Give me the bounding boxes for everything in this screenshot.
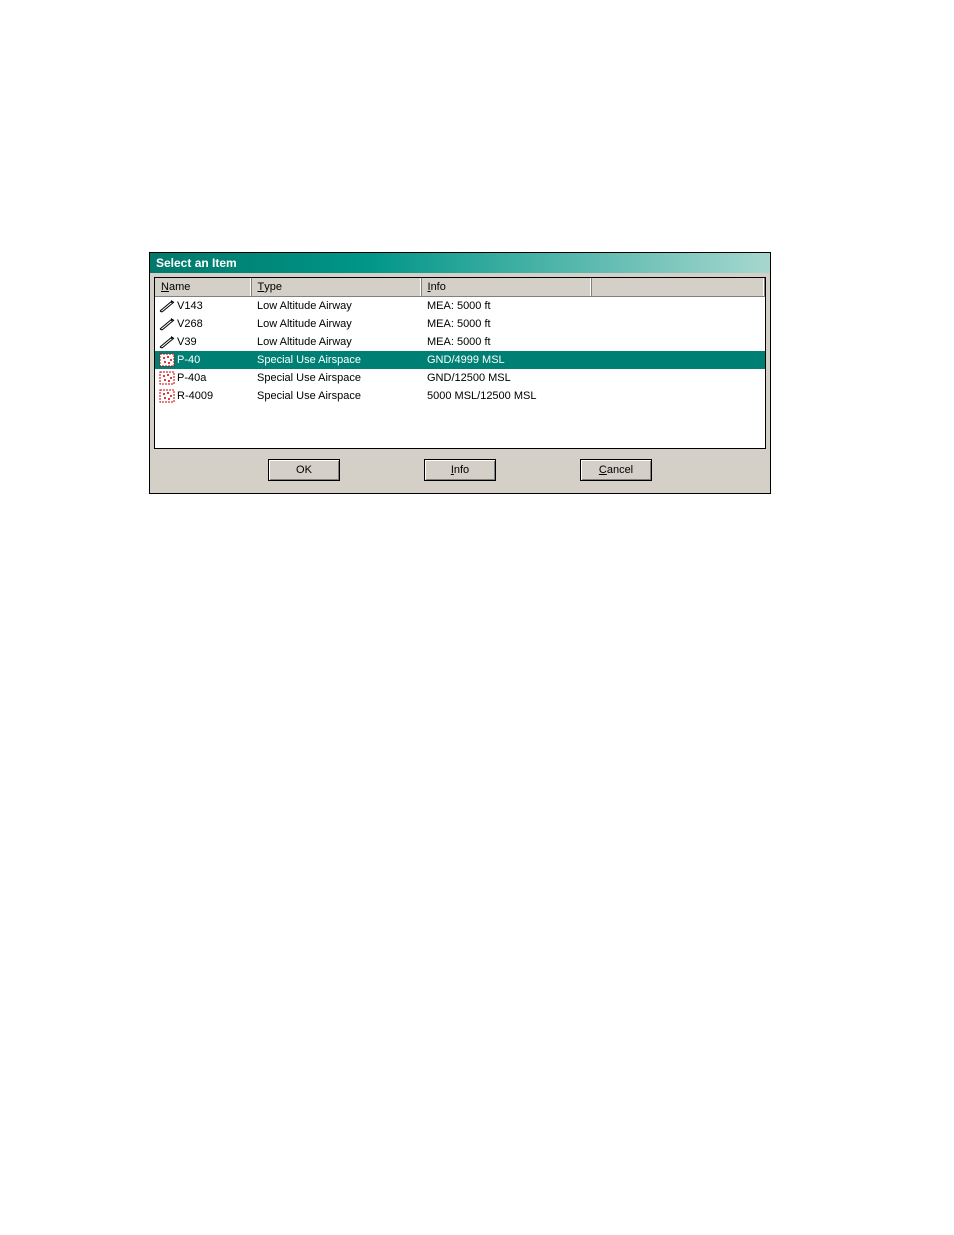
item-name: P-40a bbox=[177, 372, 206, 384]
item-type: Low Altitude Airway bbox=[251, 296, 421, 315]
item-name: V39 bbox=[177, 336, 197, 348]
item-info: 5000 MSL/12500 MSL bbox=[421, 387, 591, 405]
airway-icon bbox=[159, 299, 177, 313]
item-type: Low Altitude Airway bbox=[251, 315, 421, 333]
cancel-button[interactable]: Cancel bbox=[580, 459, 652, 481]
airway-icon bbox=[159, 317, 177, 331]
item-type: Low Altitude Airway bbox=[251, 333, 421, 351]
item-info: MEA: 5000 ft bbox=[421, 296, 591, 315]
item-info: GND/4999 MSL bbox=[421, 351, 591, 369]
button-row: OK Info Cancel bbox=[154, 449, 766, 489]
dialog-title: Select an Item bbox=[156, 256, 237, 270]
select-item-dialog: Select an Item NameTypeInfo V143Low Alti… bbox=[149, 252, 771, 494]
item-type: Special Use Airspace bbox=[251, 387, 421, 405]
info-button[interactable]: Info bbox=[424, 459, 496, 481]
title-bar: Select an Item bbox=[150, 253, 770, 273]
sua-icon bbox=[159, 389, 177, 403]
airway-icon bbox=[159, 335, 177, 349]
table-row[interactable]: P-40a Special Use AirspaceGND/12500 MSL bbox=[155, 369, 765, 387]
item-name: V143 bbox=[177, 300, 203, 312]
item-type: Special Use Airspace bbox=[251, 369, 421, 387]
column-header-type[interactable]: Type bbox=[251, 278, 421, 296]
item-name: V268 bbox=[177, 318, 203, 330]
item-info: GND/12500 MSL bbox=[421, 369, 591, 387]
sua-icon bbox=[159, 371, 177, 385]
dialog-content: NameTypeInfo V143Low Altitude AirwayMEA:… bbox=[150, 273, 770, 493]
table-row[interactable]: V143 Low Altitude AirwayMEA: 5000 ft bbox=[155, 296, 765, 315]
table-row[interactable]: R-4009 Special Use Airspace5000 MSL/12500… bbox=[155, 387, 765, 405]
column-header-name[interactable]: Name bbox=[155, 278, 251, 296]
table-row[interactable]: P-40 Special Use AirspaceGND/4999 MSL bbox=[155, 351, 765, 369]
sua-icon bbox=[159, 353, 177, 367]
item-list[interactable]: NameTypeInfo V143 Low Altitude AirwayMEA:… bbox=[154, 277, 766, 449]
list-header: NameTypeInfo bbox=[155, 278, 765, 296]
item-info: MEA: 5000 ft bbox=[421, 333, 591, 351]
column-header-info[interactable]: Info bbox=[421, 278, 591, 296]
column-header-blank[interactable] bbox=[591, 278, 765, 296]
table-row[interactable]: V268 Low Altitude AirwayMEA: 5000 ft bbox=[155, 315, 765, 333]
item-info: MEA: 5000 ft bbox=[421, 315, 591, 333]
item-name: R-4009 bbox=[177, 390, 213, 402]
table-row[interactable]: V39 Low Altitude AirwayMEA: 5000 ft bbox=[155, 333, 765, 351]
ok-button[interactable]: OK bbox=[268, 459, 340, 481]
item-name: P-40 bbox=[177, 354, 200, 366]
list-table: NameTypeInfo V143 Low Altitude AirwayMEA:… bbox=[155, 278, 765, 405]
item-type: Special Use Airspace bbox=[251, 351, 421, 369]
